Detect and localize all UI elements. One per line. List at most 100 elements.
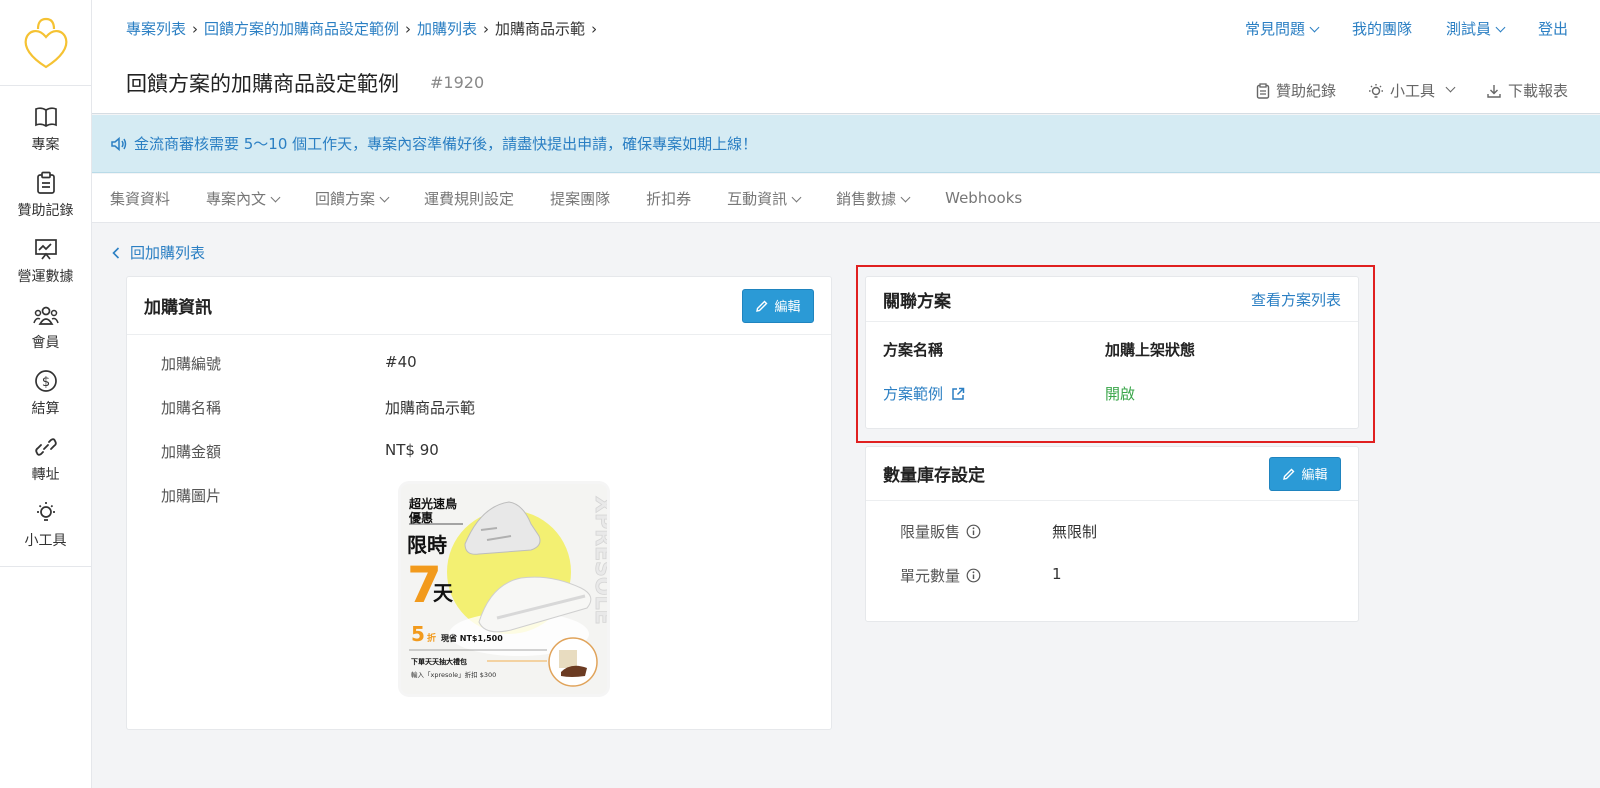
chevron-left-icon: [112, 246, 120, 259]
card-title: 數量庫存設定: [883, 466, 985, 486]
sidebar-item-label: 贊助記錄: [17, 203, 74, 219]
my-team-link[interactable]: 我的團隊: [1352, 18, 1412, 39]
sponsor-log-button[interactable]: 贊助紀錄: [1256, 80, 1336, 101]
field-value: 加購商品示範: [385, 399, 476, 417]
sidebar-item-members[interactable]: 會員: [0, 294, 91, 360]
chevron-down-icon: [900, 192, 911, 202]
sidebar-item-tools[interactable]: 小工具: [0, 492, 91, 558]
field-label-text: 單元數量: [900, 567, 961, 585]
column-header-plan-name: 方案名稱: [883, 341, 944, 359]
download-icon: [1487, 84, 1501, 98]
edit-label: 編輯: [774, 300, 801, 315]
tab-label: 回饋方案: [315, 189, 376, 208]
chevron-down-icon: [791, 192, 802, 202]
gadgets-label: 小工具: [1389, 82, 1435, 100]
tab-reward-plans[interactable]: 回饋方案: [315, 188, 390, 209]
promo-brand-watermark: XPRESOLE: [590, 496, 607, 625]
promo-discount-number: 5: [411, 622, 425, 646]
tab-team[interactable]: 提案團隊: [550, 188, 610, 209]
tab-funding-info[interactable]: 集資資料: [110, 188, 170, 209]
field-label: 限量販售: [900, 521, 981, 542]
field-label: 加購金額: [161, 443, 222, 461]
field-value: 1: [1052, 565, 1062, 583]
back-link-label: 回加購列表: [130, 244, 206, 262]
sidebar-item-settlement[interactable]: $ 結算: [0, 360, 91, 426]
promo-gift-text: 下單天天抽大禮包: [411, 657, 467, 666]
tab-label: 折扣券: [646, 189, 692, 208]
tab-coupons[interactable]: 折扣券: [646, 188, 691, 209]
tab-label: 互動資訊: [727, 189, 788, 208]
lightbulb-icon: [1368, 83, 1383, 98]
card-header: 加購資訊 編輯: [127, 277, 831, 335]
tab-label: 銷售數據: [836, 189, 897, 208]
promo-line2: 優惠: [408, 510, 433, 525]
promo-graphic: 超光速鳥 優惠 限時 7 天 5 折 現省 NT$1,500 下單天天抽大禮包 …: [401, 484, 607, 694]
chevron-down-icon: [1495, 22, 1506, 33]
pencil-icon: [756, 300, 768, 312]
field-label: 單元數量: [900, 565, 981, 586]
page-title: 回饋方案的加購商品設定範例: [126, 72, 399, 96]
column-header-status: 加購上架狀態: [1105, 341, 1196, 359]
toolbar: 贊助紀錄 小工具 下載報表: [1256, 80, 1568, 101]
field-value: 無限制: [1052, 523, 1098, 541]
sidebar-item-redirect[interactable]: 轉址: [0, 426, 91, 492]
edit-stock-button[interactable]: 編輯: [1269, 456, 1341, 491]
edit-addon-button[interactable]: 編輯: [742, 288, 814, 323]
breadcrumb: 專案列表 › 回饋方案的加購商品設定範例 › 加購列表 › 加購商品示範 ›: [126, 18, 599, 39]
plan-name-link[interactable]: 方案範例: [883, 383, 965, 404]
field-label-text: 限量販售: [900, 523, 961, 541]
field-label: 加購編號: [161, 355, 222, 373]
tab-interaction[interactable]: 互動資訊: [727, 188, 802, 209]
download-report-button[interactable]: 下載報表: [1486, 80, 1568, 101]
sidebar-item-sponsor-records[interactable]: 贊助記錄: [0, 162, 91, 228]
sidebar-item-projects[interactable]: 專案: [0, 96, 91, 162]
user-menu-label: 測試員: [1445, 20, 1491, 38]
chevron-right-icon: ›: [591, 19, 598, 38]
app-logo[interactable]: [0, 0, 91, 86]
user-menu[interactable]: 測試員: [1445, 18, 1506, 39]
tab-shipping-rules[interactable]: 運費規則設定: [424, 188, 514, 209]
promo-coupon-text: 輸入「xpresole」折扣 $300: [411, 670, 496, 679]
tab-label: 運費規則設定: [424, 189, 515, 208]
field-label: 加購名稱: [161, 399, 222, 417]
breadcrumb-item[interactable]: 加購列表: [417, 18, 477, 39]
gadgets-menu[interactable]: 小工具: [1368, 80, 1456, 101]
sidebar-item-label: 會員: [31, 335, 60, 351]
edit-label: 編輯: [1301, 468, 1328, 483]
sidebar-item-operation-data[interactable]: 營運數據: [0, 228, 91, 294]
dollar-icon: $: [33, 368, 59, 394]
link-icon: [33, 434, 59, 460]
chevron-down-icon: [270, 192, 281, 202]
tab-label: Webhooks: [945, 189, 1023, 207]
chevron-right-icon: ›: [405, 19, 412, 38]
chevron-down-icon: [1445, 82, 1456, 93]
tab-project-content[interactable]: 專案內文: [206, 188, 281, 209]
download-label: 下載報表: [1507, 82, 1568, 100]
breadcrumb-item[interactable]: 專案列表: [126, 18, 186, 39]
heart-bag-logo-icon: [24, 17, 67, 68]
announcement-text: 金流商審核需要 5～10 個工作天，專案內容準備好後，請盡快提出申請，確保專案如…: [134, 135, 758, 153]
breadcrumb-item[interactable]: 回饋方案的加購商品設定範例: [204, 18, 399, 39]
sidebar: 專案 贊助記錄 營運數據 會員 $ 結算 轉址 小工具: [0, 0, 92, 788]
field-value: NT$ 90: [385, 441, 439, 459]
logout-link[interactable]: 登出: [1538, 18, 1568, 39]
users-icon: [32, 302, 59, 328]
card-title: 加購資訊: [144, 298, 212, 318]
card-header: 關聯方案 查看方案列表: [866, 277, 1358, 322]
faq-menu[interactable]: 常見問題: [1245, 18, 1320, 39]
sidebar-item-label: 結算: [31, 401, 60, 417]
info-icon[interactable]: [966, 568, 981, 583]
sponsor-log-label: 贊助紀錄: [1275, 82, 1336, 100]
tab-sales-data[interactable]: 銷售數據: [836, 188, 911, 209]
view-plan-list-link[interactable]: 查看方案列表: [1251, 289, 1341, 310]
promo-days-unit: 天: [433, 581, 454, 605]
tab-webhooks[interactable]: Webhooks: [945, 189, 1022, 207]
announcement-banner: 金流商審核需要 5～10 個工作天，專案內容準備好後，請盡快提出申請，確保專案如…: [92, 115, 1600, 173]
info-icon[interactable]: [966, 524, 981, 539]
chevron-down-icon: [379, 192, 390, 202]
promo-discount-unit: 折: [427, 632, 436, 644]
back-to-addon-list-link[interactable]: 回加購列表: [112, 242, 205, 263]
top-nav: 常見問題 我的團隊 測試員 登出: [1245, 18, 1568, 39]
tab-label: 提案團隊: [550, 189, 611, 208]
field-value: #40: [385, 353, 417, 371]
